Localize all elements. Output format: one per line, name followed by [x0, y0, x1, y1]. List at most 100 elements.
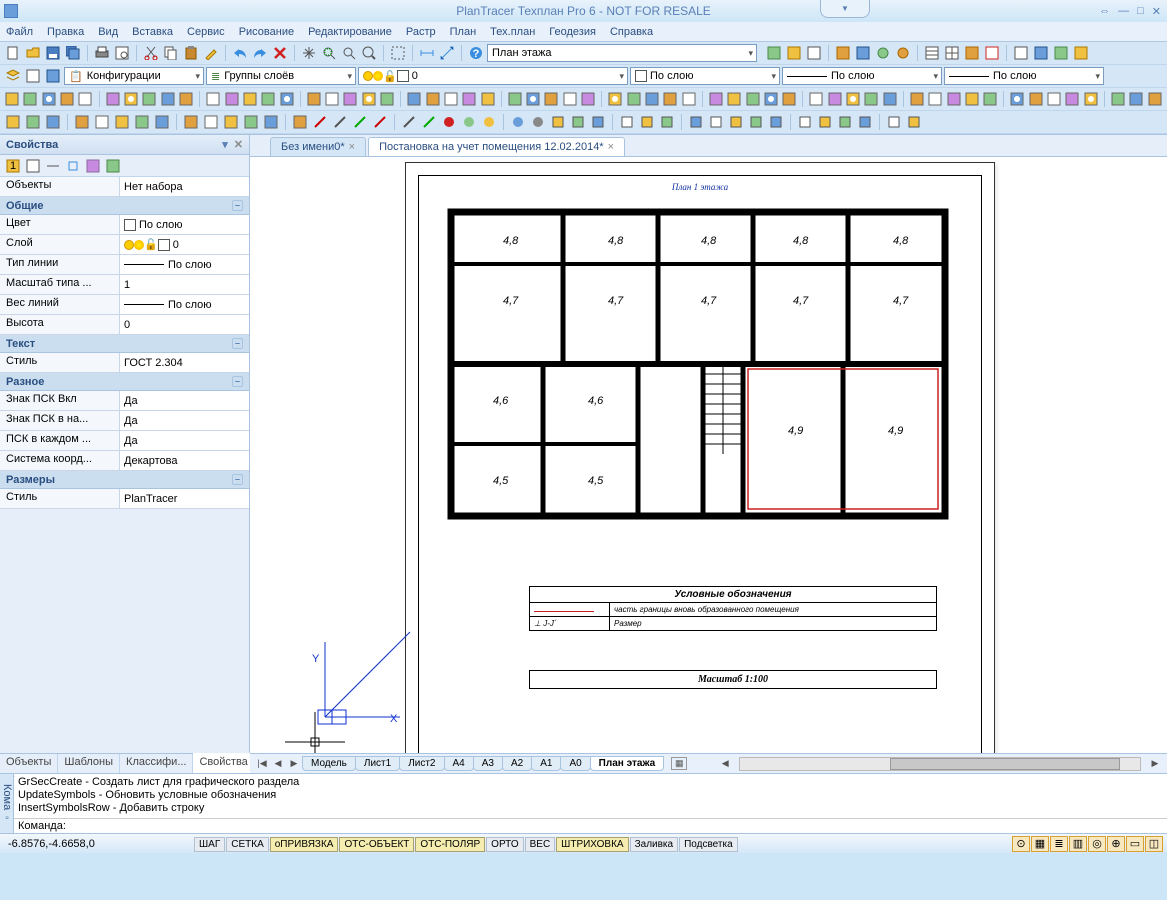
status-toggle-СЕТКА[interactable]: СЕТКА — [226, 837, 269, 852]
plan-tool-35[interactable] — [708, 90, 724, 108]
plan-tool-3[interactable] — [59, 90, 75, 108]
close-tab-icon[interactable]: × — [349, 141, 355, 153]
plan2-tool-2[interactable] — [44, 113, 62, 131]
plan2-tool-8[interactable] — [182, 113, 200, 131]
status-toggle-ШАГ[interactable]: ШАГ — [194, 837, 225, 852]
plan-tool-20[interactable] — [406, 90, 422, 108]
print-icon[interactable] — [93, 44, 111, 62]
plan-tool-9[interactable] — [178, 90, 194, 108]
hscroll-right[interactable]: ▶ — [1147, 758, 1163, 769]
new-icon[interactable] — [4, 44, 22, 62]
plan2-tool-13[interactable] — [291, 113, 309, 131]
plan-tool-25[interactable] — [507, 90, 523, 108]
plan-tool-14[interactable] — [278, 90, 294, 108]
plan-selector[interactable]: План этажа — [487, 44, 757, 62]
plan2-tool-21[interactable] — [460, 113, 478, 131]
plan2-tool-22[interactable] — [480, 113, 498, 131]
plan2-tool-37[interactable] — [816, 113, 834, 131]
paste-icon[interactable] — [182, 44, 200, 62]
tool-m[interactable] — [1032, 44, 1050, 62]
plan-tool-32[interactable] — [644, 90, 660, 108]
plan-tool-12[interactable] — [242, 90, 258, 108]
plan-tool-54[interactable] — [1083, 90, 1099, 108]
tray-icon-2[interactable]: ▦ — [1031, 836, 1049, 852]
menu-draw[interactable]: Рисование — [239, 26, 294, 38]
plan2-tool-1[interactable] — [24, 113, 42, 131]
tray-icon-1[interactable]: ⊙ — [1012, 836, 1030, 852]
plan2-tool-27[interactable] — [589, 113, 607, 131]
cut-icon[interactable] — [142, 44, 160, 62]
tool-n[interactable] — [1052, 44, 1070, 62]
prop-height[interactable]: 0 — [120, 315, 249, 334]
section-misc[interactable]: Разное– — [0, 373, 249, 391]
color-selector[interactable]: По слою — [630, 67, 780, 85]
plan-tool-15[interactable] — [306, 90, 322, 108]
prop-btn-1[interactable]: 1 — [4, 157, 22, 175]
status-toggle-ОТС-ОБЪЕКТ[interactable]: ОТС-ОБЪЕКТ — [339, 837, 414, 852]
plan2-tool-36[interactable] — [796, 113, 814, 131]
layergroups-selector[interactable]: ≣Группы слоёв — [206, 67, 356, 85]
plan2-tool-10[interactable] — [222, 113, 240, 131]
section-dims[interactable]: Размеры– — [0, 471, 249, 489]
plan2-tool-38[interactable] — [836, 113, 854, 131]
menu-raster[interactable]: Растр — [406, 26, 436, 38]
plan2-tool-3[interactable] — [73, 113, 91, 131]
tool-o[interactable] — [1072, 44, 1090, 62]
plan2-tool-18[interactable] — [400, 113, 418, 131]
status-toggle-ВЕС[interactable]: ВЕС — [525, 837, 556, 852]
menu-service[interactable]: Сервис — [187, 26, 225, 38]
delete-icon[interactable] — [271, 44, 289, 62]
plan2-tool-29[interactable] — [638, 113, 656, 131]
cmd-gutter[interactable]: Кома ▫ — [0, 774, 14, 833]
plan-tool-44[interactable] — [882, 90, 898, 108]
plan-tool-40[interactable] — [808, 90, 824, 108]
plan-tool-22[interactable] — [443, 90, 459, 108]
prop-btn-5[interactable] — [84, 157, 102, 175]
match-icon[interactable] — [202, 44, 220, 62]
plan-tool-42[interactable] — [845, 90, 861, 108]
plan2-tool-34[interactable] — [747, 113, 765, 131]
plan-tool-53[interactable] — [1064, 90, 1080, 108]
menu-file[interactable]: Файл — [6, 26, 33, 38]
viewport[interactable]: План 1 этажа — [250, 157, 1167, 753]
plan-tool-38[interactable] — [763, 90, 779, 108]
tray-icon-3[interactable]: ≣ — [1050, 836, 1068, 852]
layout-tab-a3[interactable]: A3 — [473, 756, 503, 771]
tray-icon-8[interactable]: ◫ — [1145, 836, 1163, 852]
panel-tab-classif[interactable]: Классифи... — [120, 754, 193, 773]
plan2-tool-4[interactable] — [93, 113, 111, 131]
menu-insert[interactable]: Вставка — [132, 26, 173, 38]
plan-tool-33[interactable] — [662, 90, 678, 108]
panel-pin-icon[interactable]: ▾ — [222, 139, 228, 151]
ltype-selector[interactable]: По слою — [782, 67, 942, 85]
menu-geodesy[interactable]: Геодезия — [549, 26, 596, 38]
menu-view[interactable]: Вид — [98, 26, 118, 38]
plan-tool-1[interactable] — [22, 90, 38, 108]
plan2-tool-40[interactable] — [885, 113, 903, 131]
maximize-icon[interactable]: □ — [1137, 5, 1144, 18]
prop-dstyle[interactable]: PlanTracer — [120, 489, 249, 508]
plan-tool-34[interactable] — [681, 90, 697, 108]
tool-f[interactable] — [874, 44, 892, 62]
plan-tool-2[interactable] — [41, 90, 57, 108]
tool-e[interactable] — [854, 44, 872, 62]
menu-plan[interactable]: План — [450, 26, 477, 38]
prop-btn-6[interactable] — [104, 157, 122, 175]
prop-objects-val[interactable]: Нет набора — [120, 177, 249, 196]
plan2-tool-26[interactable] — [569, 113, 587, 131]
plan2-tool-23[interactable] — [509, 113, 527, 131]
plan2-tool-24[interactable] — [529, 113, 547, 131]
prop-ltscale[interactable]: 1 — [120, 275, 249, 294]
plan2-tool-20[interactable] — [440, 113, 458, 131]
dim-icon[interactable] — [418, 44, 436, 62]
layout-nav-prev[interactable]: ◀ — [270, 758, 286, 769]
plan-tool-37[interactable] — [744, 90, 760, 108]
lweight-selector[interactable]: По слою — [944, 67, 1104, 85]
menu-modify[interactable]: Редактирование — [308, 26, 392, 38]
plan-tool-36[interactable] — [726, 90, 742, 108]
plan-tool-29[interactable] — [580, 90, 596, 108]
layout-tab-1[interactable]: Лист1 — [355, 756, 400, 771]
menu-techplan[interactable]: Тех.план — [490, 26, 535, 38]
plan2-tool-12[interactable] — [262, 113, 280, 131]
tool-j[interactable] — [963, 44, 981, 62]
